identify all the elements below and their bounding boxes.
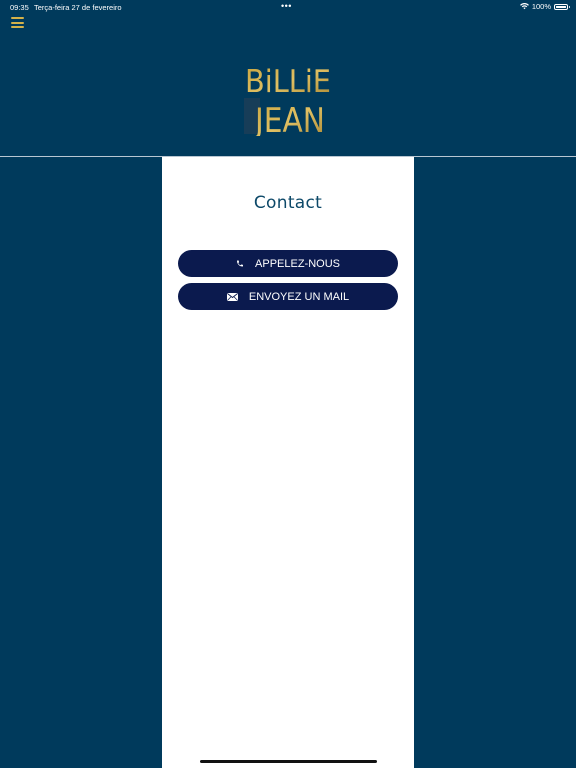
mail-icon xyxy=(226,292,238,301)
svg-text:JEAN: JEAN xyxy=(253,101,325,136)
send-mail-label: ENVOYEZ UN MAIL xyxy=(248,290,350,303)
svg-text:BiLLiE: BiLLiE xyxy=(245,64,331,100)
page-title: Contact xyxy=(253,193,323,213)
call-us-button[interactable]: APPELEZ-NOUS xyxy=(178,250,398,277)
contact-panel: Contact APPELEZ-NOUS ENVOYEZ UN MAIL xyxy=(162,157,414,768)
call-us-label: APPELEZ-NOUS xyxy=(255,257,340,270)
multitasking-dots-icon[interactable]: ••• xyxy=(281,1,292,11)
home-indicator[interactable] xyxy=(200,760,377,763)
phone-icon xyxy=(236,259,244,268)
battery-icon xyxy=(554,3,570,10)
status-bar: 09:35 Terça-feira 27 de fevereiro ••• 10… xyxy=(0,0,576,14)
hamburger-menu-icon[interactable] xyxy=(11,17,24,29)
status-time: 09:35 xyxy=(10,3,29,12)
battery-percentage: 100% xyxy=(531,2,551,11)
wifi-icon xyxy=(519,3,529,10)
billie-jean-logo: BiLLiE JEAN xyxy=(243,60,333,141)
status-indicators: 100% xyxy=(519,2,570,11)
status-date: Terça-feira 27 de fevereiro xyxy=(34,3,122,12)
send-mail-button[interactable]: ENVOYEZ UN MAIL xyxy=(178,283,398,310)
